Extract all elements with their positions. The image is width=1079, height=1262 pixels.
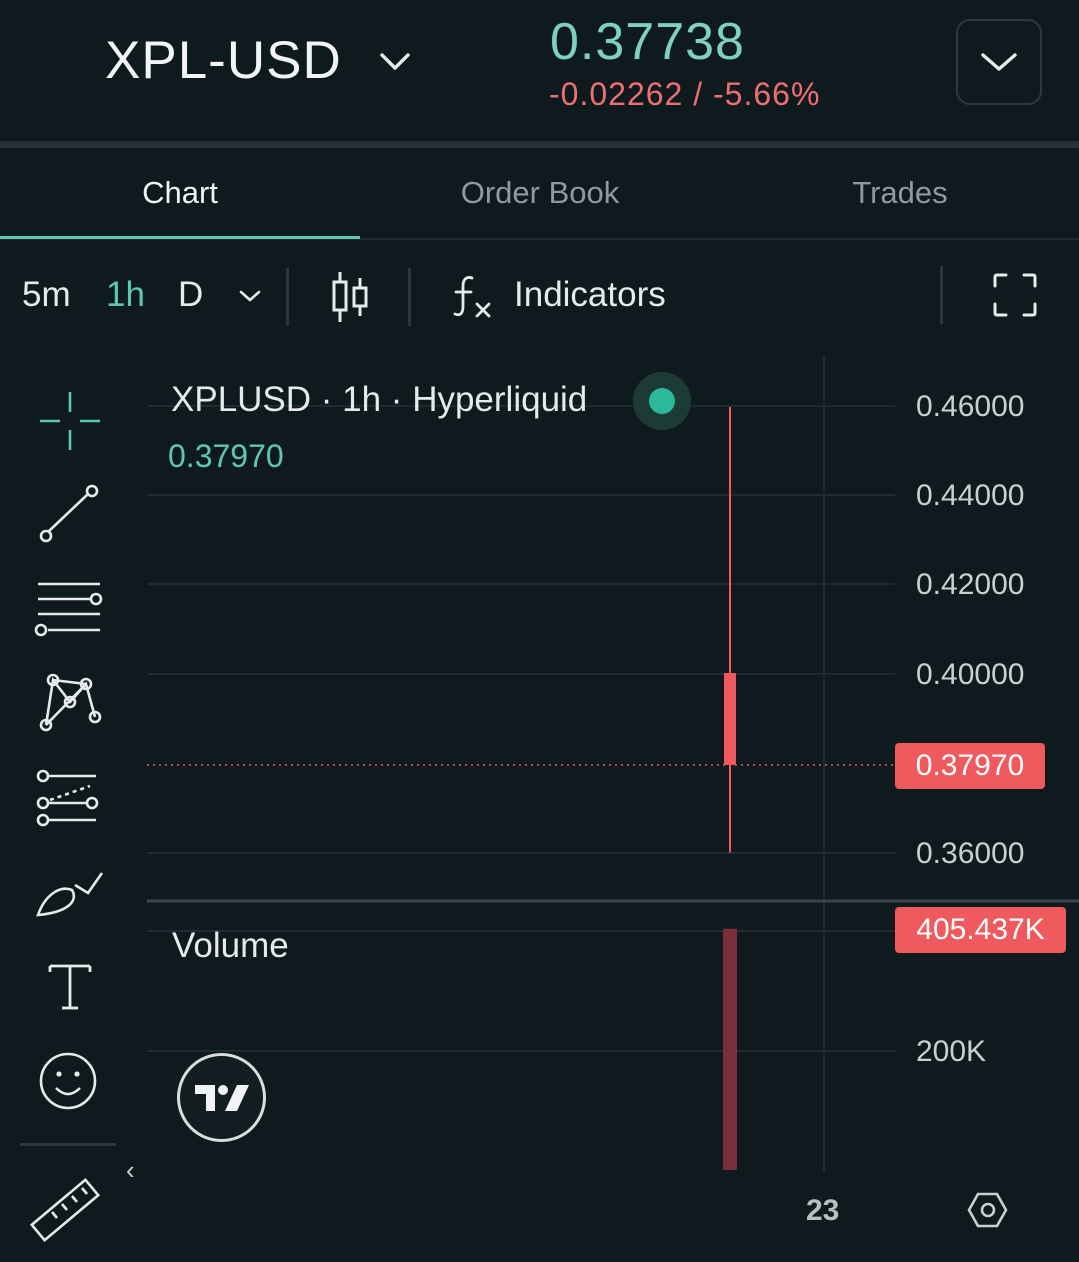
tab-order-book[interactable]: Order Book [360,148,720,238]
collapse-sidebar-button[interactable]: ‹ [126,1155,135,1186]
chevron-down-icon [380,52,410,70]
candle-body [724,673,736,765]
timeframe-1h[interactable]: 1h [106,275,145,315]
tab-trades[interactable]: Trades [720,148,1079,238]
brush-icon[interactable] [36,872,104,917]
emoji-eye [74,1071,80,1077]
volume-bar [723,928,737,1170]
active-tab-indicator [0,236,360,239]
price-axis-tick: 0.36000 [916,837,1025,870]
chevron-down-icon [981,53,1017,71]
last-price: 0.37738 [550,13,745,71]
parallel-lines-icon[interactable] [34,582,103,637]
pair-name: XPL-USD [105,31,342,90]
timeframe-dropdown-icon[interactable] [238,288,262,304]
expand-header-button[interactable] [956,19,1042,105]
crosshair-icon[interactable] [40,392,100,450]
trend-line-icon[interactable] [39,484,99,543]
price-axis-tick: 0.40000 [916,658,1025,691]
ruler-icon[interactable] [29,1178,101,1242]
volume-pane-title: Volume [172,926,289,965]
sidebar-divider [20,1143,116,1146]
chart-legend-value: 0.37970 [168,438,284,474]
price-axis-tick: 0.46000 [916,390,1025,423]
market-header: XPL-USD 0.37738 -0.02262 / -5.66% [0,0,1079,141]
emoji-icon[interactable] [39,1052,97,1110]
text-icon[interactable] [48,964,92,1010]
price-axis-tick: 0.42000 [916,568,1025,601]
chart-legend-title: XPLUSD · 1h · Hyperliquid [171,380,588,419]
fullscreen-icon[interactable] [992,272,1038,318]
last-price-tag: 0.37970 [895,743,1045,789]
chart-settings-icon[interactable] [967,1192,1008,1228]
candle-type-icon[interactable] [330,268,370,326]
tradingview-logo[interactable] [177,1053,266,1142]
emoji-eye [56,1071,62,1077]
tab-chart[interactable]: Chart [0,148,360,238]
pattern-icon[interactable] [39,673,102,732]
header-divider [0,141,1079,148]
timeframe-5m[interactable]: 5m [22,275,71,315]
live-dot [649,388,675,414]
volume-last-tag: 405.437K [895,907,1066,953]
timeframe-d[interactable]: D [178,275,203,315]
time-axis-tick: 23 [806,1194,840,1227]
toolbar-separator [286,268,289,326]
pair-selector[interactable]: XPL-USD [105,30,412,91]
live-status-icon [633,372,691,430]
fib-retracement-icon[interactable] [36,769,99,827]
tradingview-mark-icon [194,1084,249,1111]
volume-axis-tick: 200K [916,1035,987,1068]
indicators-fx-icon[interactable] [450,272,494,320]
price-axis-tick: 0.44000 [916,479,1025,512]
toolbar-separator [940,266,943,324]
view-tabs: Chart Order Book Trades [0,148,1079,240]
price-change: -0.02262 / -5.66% [549,76,821,112]
indicators-button[interactable]: Indicators [514,275,666,315]
toolbar-separator [408,268,411,326]
chart-toolbar: 5m 1h D Indicators [0,252,1079,342]
grid [147,356,895,1172]
